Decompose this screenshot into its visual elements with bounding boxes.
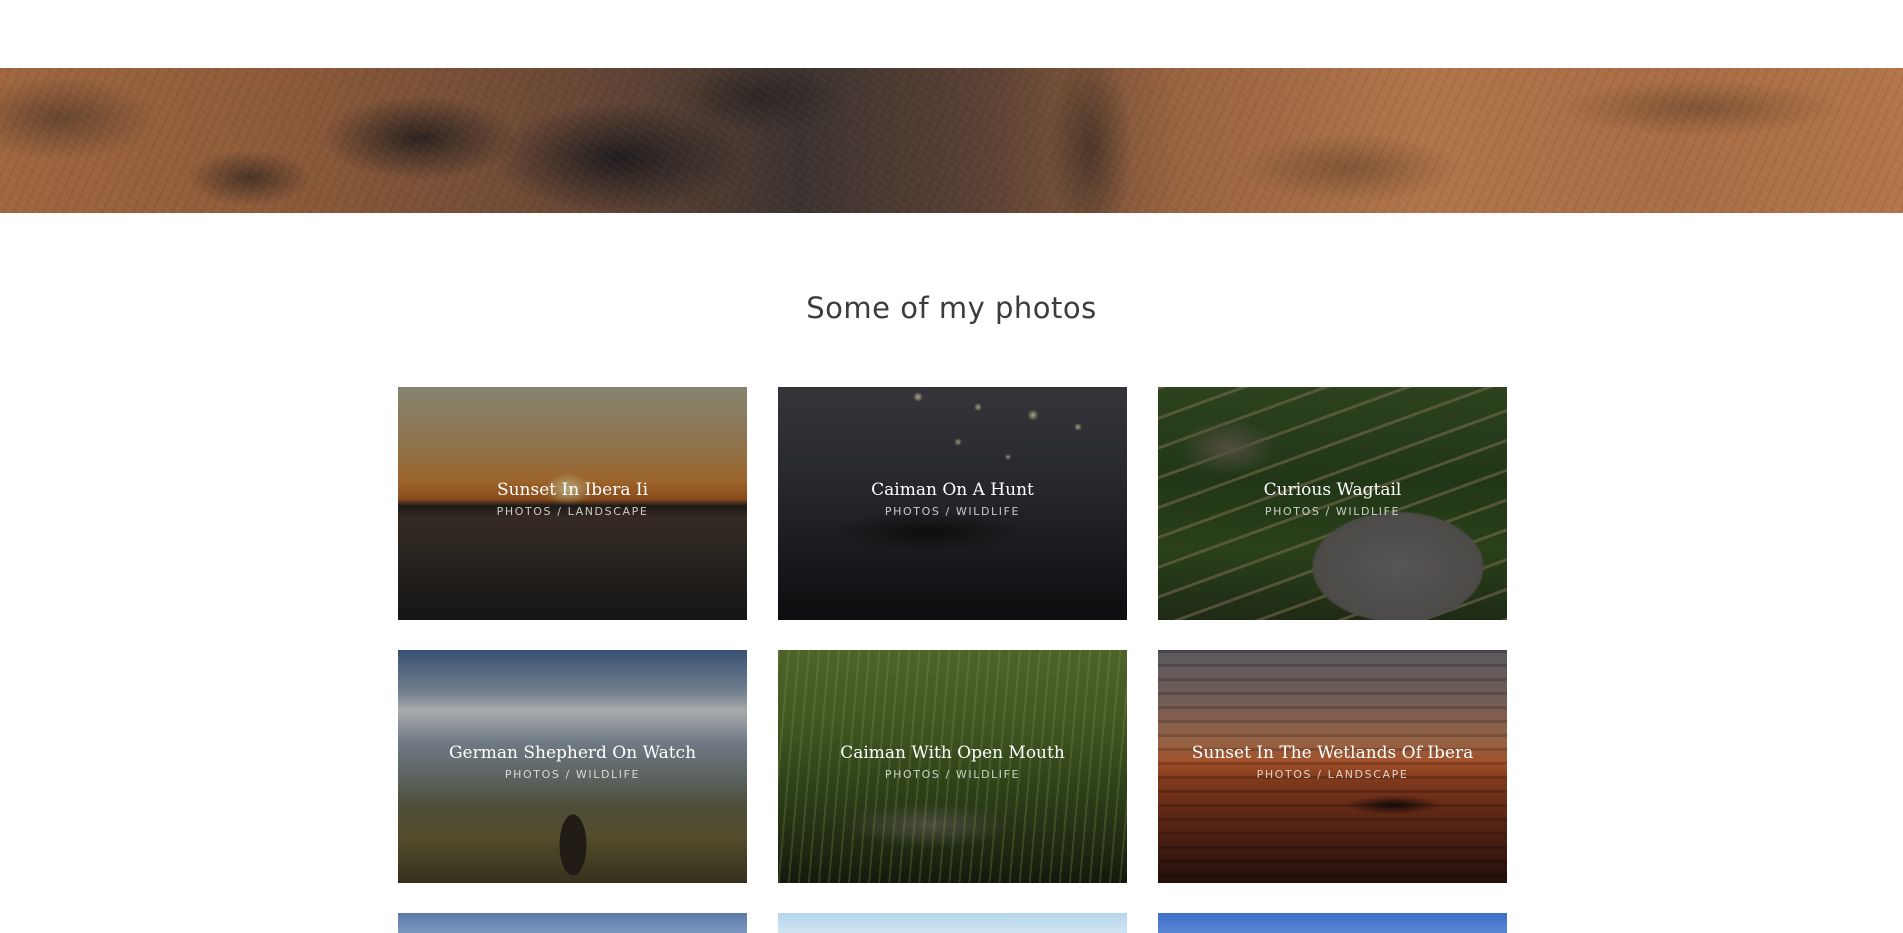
photo-title[interactable]: Caiman With Open Mouth	[778, 742, 1127, 764]
banner-texture	[0, 68, 1903, 213]
header-banner-image	[0, 68, 1903, 213]
photo-card-caiman-on-a-hunt[interactable]: Caiman On A Hunt PHOTOS / WILDLIFE	[778, 387, 1127, 620]
photo-card-partial[interactable]	[398, 913, 747, 933]
photo-thumbnail	[398, 913, 747, 933]
photo-caption: Caiman On A Hunt PHOTOS / WILDLIFE	[778, 479, 1127, 519]
top-bar	[0, 0, 1903, 68]
photo-card-german-shepherd-on-watch[interactable]: German Shepherd On Watch PHOTOS / WILDLI…	[398, 650, 747, 883]
photo-card-curious-wagtail[interactable]: Curious Wagtail PHOTOS / WILDLIFE	[1158, 387, 1507, 620]
photo-caption: Sunset In The Wetlands Of Ibera PHOTOS /…	[1158, 742, 1507, 782]
photo-title[interactable]: Sunset In Ibera Ii	[398, 479, 747, 501]
photo-category: PHOTOS / WILDLIFE	[504, 768, 641, 781]
photo-category: PHOTOS / WILDLIFE	[884, 505, 1021, 518]
photo-category: PHOTOS / WILDLIFE	[884, 768, 1021, 781]
section-title: Some of my photos	[806, 291, 1097, 325]
photo-grid: Sunset In Ibera Ii PHOTOS / LANDSCAPE Ca…	[398, 387, 1508, 933]
photo-title[interactable]: German Shepherd On Watch	[398, 742, 747, 764]
photo-card-caiman-with-open-mouth[interactable]: Caiman With Open Mouth PHOTOS / WILDLIFE	[778, 650, 1127, 883]
photo-category: PHOTOS / LANDSCAPE	[1256, 768, 1409, 781]
photo-caption: Sunset In Ibera Ii PHOTOS / LANDSCAPE	[398, 479, 747, 519]
photo-card-partial[interactable]	[778, 913, 1127, 933]
photo-thumbnail	[778, 913, 1127, 933]
photo-card-sunset-in-the-wetlands-of-ibera[interactable]: Sunset In The Wetlands Of Ibera PHOTOS /…	[1158, 650, 1507, 883]
photo-category: PHOTOS / LANDSCAPE	[496, 505, 649, 518]
photo-title[interactable]: Caiman On A Hunt	[778, 479, 1127, 501]
photo-category: PHOTOS / WILDLIFE	[1264, 505, 1401, 518]
photo-caption: Caiman With Open Mouth PHOTOS / WILDLIFE	[778, 742, 1127, 782]
photo-card-sunset-in-ibera-ii[interactable]: Sunset In Ibera Ii PHOTOS / LANDSCAPE	[398, 387, 747, 620]
photo-caption: German Shepherd On Watch PHOTOS / WILDLI…	[398, 742, 747, 782]
photo-card-partial[interactable]	[1158, 913, 1507, 933]
photo-title[interactable]: Sunset In The Wetlands Of Ibera	[1158, 742, 1507, 764]
photo-title[interactable]: Curious Wagtail	[1158, 479, 1507, 501]
photo-thumbnail	[1158, 913, 1507, 933]
photo-caption: Curious Wagtail PHOTOS / WILDLIFE	[1158, 479, 1507, 519]
